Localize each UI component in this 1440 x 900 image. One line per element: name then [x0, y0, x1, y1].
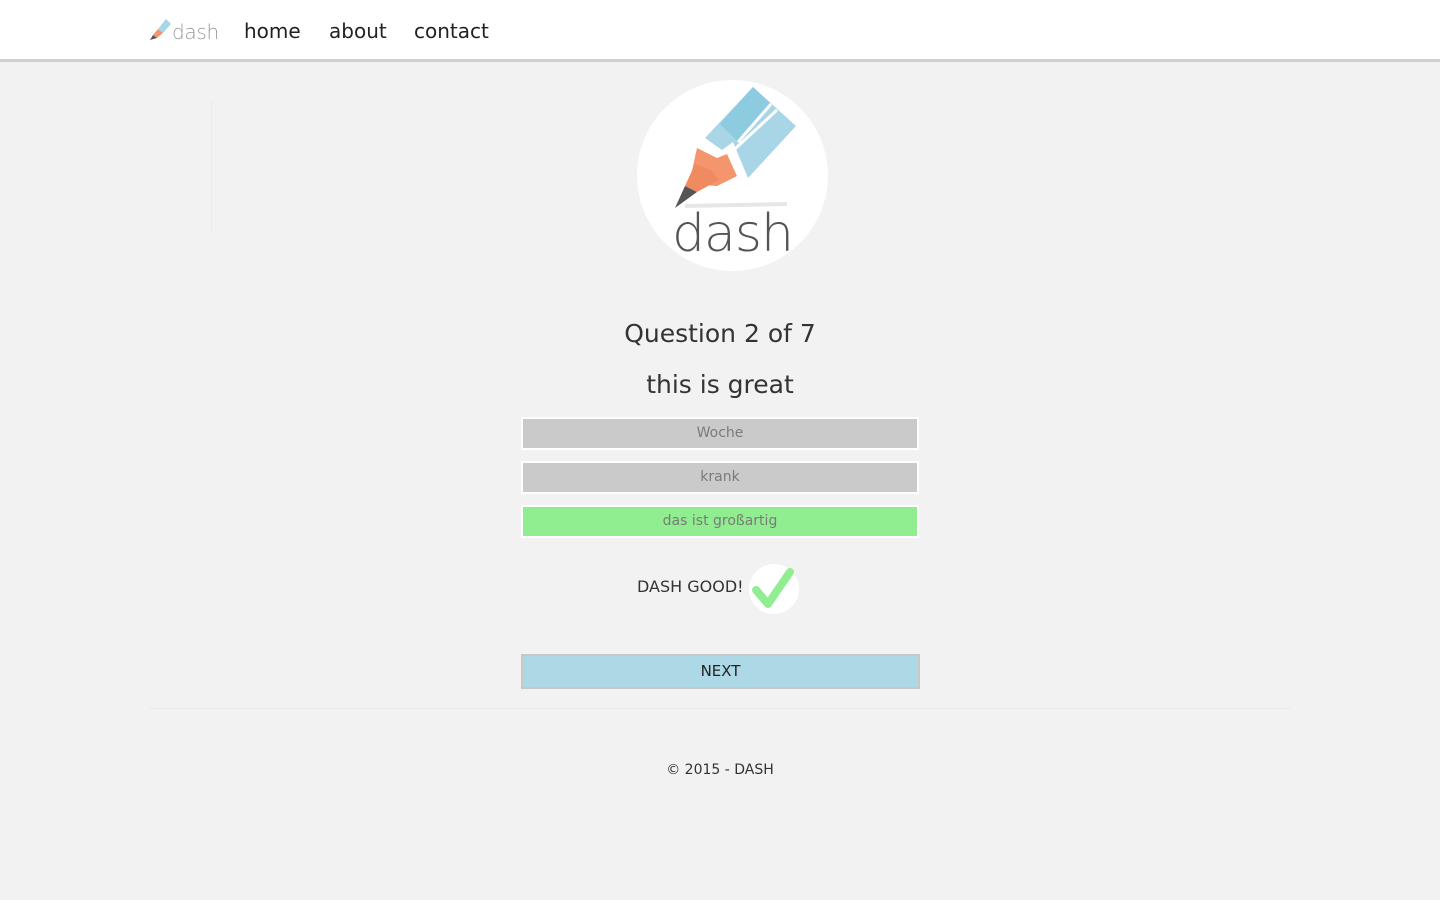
- answer-option[interactable]: krank: [521, 461, 919, 494]
- brand-logo-link[interactable]: dash: [149, 14, 219, 44]
- checkmark-badge: [749, 564, 799, 614]
- checkmark-icon: [752, 568, 794, 608]
- answer-option[interactable]: Woche: [521, 417, 919, 450]
- pencil-logo-icon: [150, 19, 171, 40]
- footer-copyright: © 2015 - DASH: [666, 762, 774, 778]
- logo-wordmark: dash: [672, 204, 794, 264]
- divider: [211, 100, 212, 233]
- next-button[interactable]: NEXT: [521, 654, 920, 689]
- navbar: dash home about contact: [0, 0, 1440, 62]
- nav-link-about[interactable]: about: [329, 18, 387, 44]
- brand-name: dash: [172, 20, 219, 44]
- question-counter: Question 2 of 7: [624, 319, 816, 348]
- dash-logo: dash: [637, 80, 828, 271]
- feedback-message: DASH GOOD!: [637, 577, 744, 596]
- question-prompt: this is great: [646, 370, 794, 399]
- nav-link-home[interactable]: home: [244, 18, 301, 44]
- footer-divider: [150, 708, 1290, 709]
- nav-link-contact[interactable]: contact: [414, 18, 489, 44]
- answer-option-correct[interactable]: das ist großartig: [521, 505, 919, 538]
